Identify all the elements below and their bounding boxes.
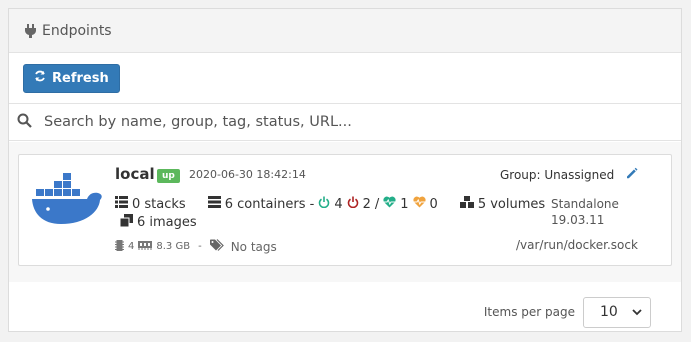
docker-logo-icon <box>31 173 103 229</box>
endpoint-stats: 0 stacks 6 containers - 4 2 / 1 0 5 volu… <box>115 196 545 212</box>
healthy-count: 1 <box>400 196 409 212</box>
running-power-icon <box>318 196 330 212</box>
endpoints-widget: Endpoints Refresh Search by name, group,… <box>8 8 682 332</box>
volumes-count: 5 volumes <box>477 196 546 212</box>
endpoint-url: /var/run/docker.sock <box>516 238 638 252</box>
healthy-heartbeat-icon <box>383 196 396 212</box>
stopped-count: 2 <box>362 196 371 212</box>
unhealthy-heartbeat-icon <box>412 196 426 212</box>
search-icon <box>17 113 32 132</box>
containers-count: 6 containers - <box>224 196 315 212</box>
plug-icon <box>25 23 36 38</box>
cpu-microchip-icon <box>115 239 124 254</box>
endpoint-tags: No tags <box>230 239 277 254</box>
endpoint-timestamp: 2020-06-30 18:42:14 <box>189 168 306 181</box>
search-bar <box>9 103 681 141</box>
unhealthy-count: 0 <box>429 196 438 212</box>
endpoint-engine: Standalone 19.03.11 <box>551 196 619 228</box>
endpoint-group: Group: Unassigned <box>500 168 615 182</box>
cpu-count: 4 <box>128 241 135 252</box>
edit-pencil-icon[interactable] <box>625 167 638 184</box>
pagination-footer: Items per page 10 <box>9 292 681 332</box>
resource-separator: - <box>198 241 202 252</box>
stacks-icon <box>115 196 128 212</box>
widget-header: Endpoints <box>9 9 681 53</box>
refresh-label: Refresh <box>52 70 109 86</box>
endpoint-name[interactable]: local <box>115 165 155 183</box>
running-count: 4 <box>334 196 343 212</box>
chevron-down-icon <box>632 304 642 320</box>
items-per-page-value: 10 <box>600 304 618 320</box>
items-per-page-select[interactable]: 10 <box>583 296 651 328</box>
images-stat: 6 images <box>119 214 197 231</box>
endpoint-resources: 4 8.3 GB - No tags <box>115 239 277 254</box>
stacks-count: 0 stacks <box>132 196 186 212</box>
images-count: 6 images <box>137 215 197 230</box>
memory-icon <box>138 240 153 253</box>
volumes-cubes-icon <box>459 196 474 212</box>
engine-version: 19.03.11 <box>551 213 605 227</box>
status-badge: up <box>157 169 180 183</box>
engine-type: Standalone <box>551 197 619 211</box>
items-per-page-label: Items per page <box>483 305 575 319</box>
memory-size: 8.3 GB <box>156 241 191 252</box>
refresh-icon <box>34 70 46 86</box>
endpoint-card[interactable]: local up 2020-06-30 18:42:14 Group: Unas… <box>18 154 672 266</box>
endpoint-list: local up 2020-06-30 18:42:14 Group: Unas… <box>9 142 681 282</box>
tags-icon <box>209 239 225 254</box>
containers-icon <box>207 196 221 212</box>
search-input[interactable] <box>42 113 646 131</box>
page-title: Endpoints <box>42 22 112 39</box>
stopped-power-icon <box>347 196 359 212</box>
images-clone-icon <box>119 214 133 231</box>
refresh-button[interactable]: Refresh <box>23 63 120 93</box>
separator: / <box>374 196 380 212</box>
toolbar: Refresh <box>9 53 681 103</box>
